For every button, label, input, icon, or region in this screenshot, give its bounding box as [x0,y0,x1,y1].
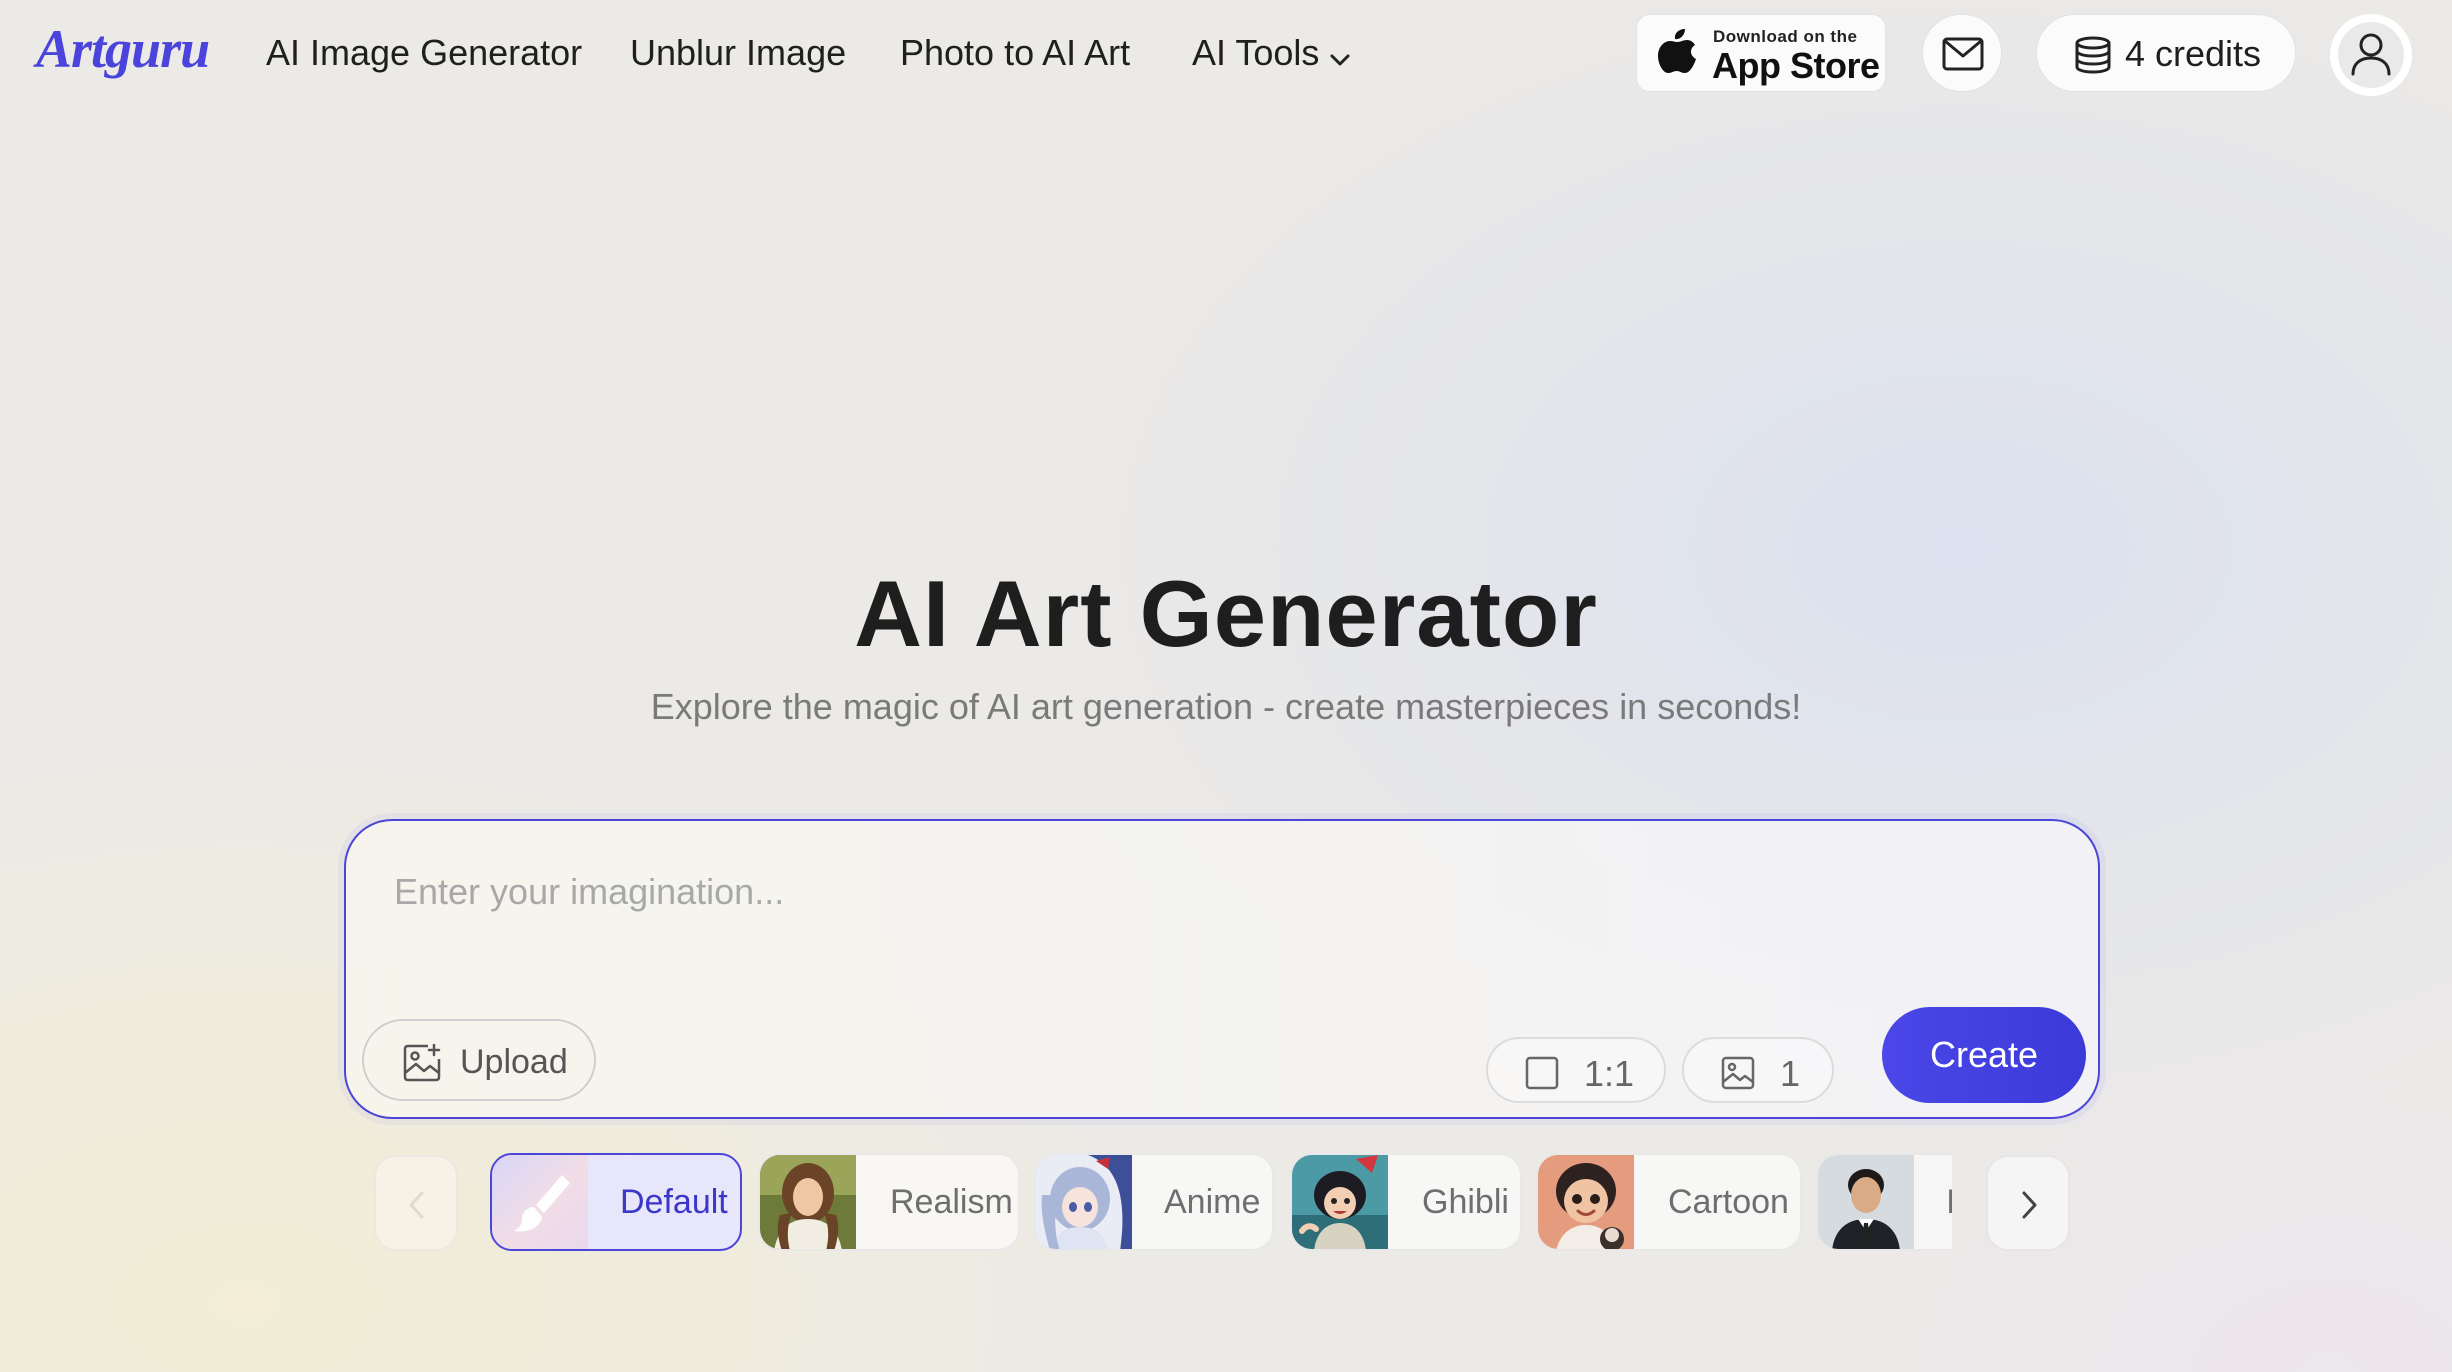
style-label: Default [620,1183,728,1221]
style-chip-anime[interactable]: Anime [1034,1153,1274,1251]
user-icon [2351,33,2391,76]
coins-stack-icon [2075,36,2111,74]
image-count-selector[interactable]: 1 [1682,1037,1834,1103]
style-label: Cartoon [1668,1183,1789,1221]
app-store-small-text: Download on the [1713,27,1858,46]
page-subtitle: Explore the magic of AI art generation -… [650,686,1802,727]
chevron-right-icon [2022,1191,2037,1219]
style-label: Ghibli [1422,1183,1509,1221]
paintbrush-icon [514,1175,570,1232]
style-chip-realism[interactable]: Realism [758,1153,1020,1251]
nav-ai-tools[interactable]: AI Tools [1192,32,1351,76]
style-chip-cartoon[interactable]: Cartoon [1536,1153,1802,1251]
carousel-prev-button[interactable] [374,1155,458,1251]
image-upload-icon [403,1043,441,1082]
aspect-ratio-selector[interactable]: 1:1 [1486,1037,1666,1103]
artguru-logo[interactable]: Artguru [36,18,210,80]
upload-label: Upload [460,1043,568,1081]
app-store-big-text: App Store [1712,45,1880,86]
aspect-ratio-square-icon [1525,1056,1559,1090]
page-title: AI Art Generator [854,561,1598,666]
image-count-value: 1 [1780,1053,1801,1094]
ghibli-style-thumbnail [1292,1155,1388,1249]
style-chip-default[interactable]: Default [490,1153,742,1251]
prompt-input[interactable] [392,851,2036,933]
nav-ai-tools-label: AI Tools [1192,32,1320,73]
style-chip-partial[interactable]: I [1816,1153,1952,1251]
style-label: I [1946,1183,1952,1222]
style-label: Anime [1164,1183,1261,1221]
create-button[interactable]: Create [1882,1007,2086,1103]
chevron-left-icon [409,1191,424,1219]
nav-ai-image-generator[interactable]: AI Image Generator [266,32,582,74]
credits-label: 4 credits [2125,33,2262,74]
chevron-down-icon [1329,34,1351,76]
default-style-thumbnail [492,1155,588,1249]
image-icon [1721,1056,1755,1090]
account-button[interactable] [2330,14,2412,96]
portrait-style-thumbnail [1818,1155,1914,1249]
mail-button[interactable] [1922,14,2002,92]
aspect-ratio-value: 1:1 [1584,1053,1635,1094]
credits-button[interactable]: 4 credits [2036,14,2296,92]
mail-icon [1942,37,1984,71]
nav-unblur-image[interactable]: Unblur Image [630,32,846,74]
app-store-button[interactable]: Download on the App Store [1636,14,1886,92]
nav-photo-to-ai-art[interactable]: Photo to AI Art [900,32,1130,74]
anime-style-thumbnail [1036,1155,1132,1249]
style-chip-ghibli[interactable]: Ghibli [1290,1153,1522,1251]
carousel-next-button[interactable] [1986,1155,2070,1251]
apple-icon [1657,27,1697,82]
style-label: Realism [890,1183,1013,1221]
cartoon-style-thumbnail [1538,1155,1634,1249]
style-carousel-clip: I [1812,1150,1952,1254]
prompt-box: Upload 1:1 1 Create [344,819,2100,1119]
upload-button[interactable]: Upload [362,1019,596,1101]
realism-style-thumbnail [760,1155,856,1249]
